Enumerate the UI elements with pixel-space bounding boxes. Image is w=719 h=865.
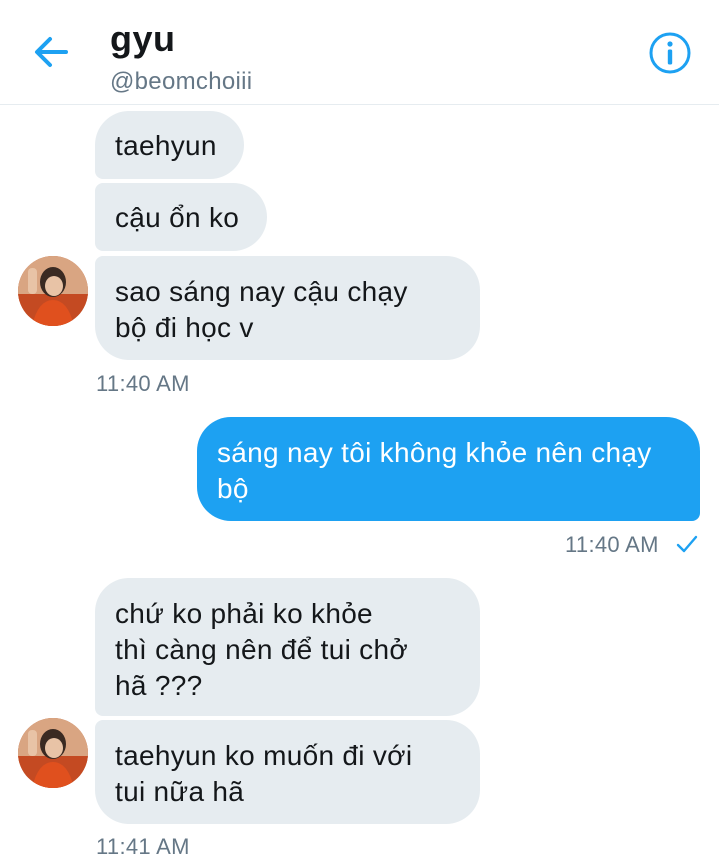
message-bubble-incoming[interactable]: taehyun ko muốn đi với tui nữa hã — [95, 720, 480, 824]
read-check-icon — [676, 535, 698, 553]
message-bubble-outgoing[interactable]: sáng nay tôi không khỏe nên chạy bộ — [197, 417, 700, 521]
message-text: cậu ổn ko — [115, 202, 240, 233]
message-text-line: taehyun ko muốn đi với — [115, 740, 413, 771]
contact-name: gyu — [110, 18, 176, 59]
message-timestamp: 11:40 AM — [96, 371, 190, 396]
message-text-line: chứ ko phải ko khỏe — [115, 598, 373, 629]
avatar[interactable] — [18, 718, 88, 788]
message-text-line: sáng nay tôi không khỏe nên chạy — [217, 437, 652, 468]
message-text-line: tui nữa hã — [115, 776, 245, 807]
avatar[interactable] — [18, 256, 88, 326]
profile-photo-icon — [18, 256, 88, 326]
contact-handle: @beomchoiii — [110, 68, 253, 95]
message-text-line: sao sáng nay cậu chạy — [115, 276, 408, 307]
info-circle-icon — [649, 32, 691, 74]
message-timestamp: 11:41 AM — [96, 834, 190, 859]
message-text-line: hã ??? — [115, 670, 203, 701]
message-bubble-incoming[interactable]: chứ ko phải ko khỏe thì càng nên để tui … — [95, 578, 480, 716]
profile-photo-icon — [18, 718, 88, 788]
conversation-header: gyu @beomchoiii — [0, 0, 719, 105]
message-timestamp: 11:40 AM — [565, 532, 659, 557]
message-text-line: bộ — [217, 473, 249, 504]
info-button[interactable] — [648, 31, 692, 75]
message-bubble-incoming[interactable]: cậu ổn ko — [95, 183, 267, 251]
arrow-left-icon — [35, 37, 68, 67]
message-bubble-incoming[interactable]: taehyun — [95, 111, 244, 179]
message-text: taehyun — [115, 130, 217, 161]
message-text-line: thì càng nên để tui chở — [115, 634, 409, 665]
back-button[interactable] — [28, 32, 72, 72]
message-text-line: bộ đi học v — [115, 312, 254, 343]
message-bubble-incoming[interactable]: sao sáng nay cậu chạy bộ đi học v — [95, 256, 480, 360]
